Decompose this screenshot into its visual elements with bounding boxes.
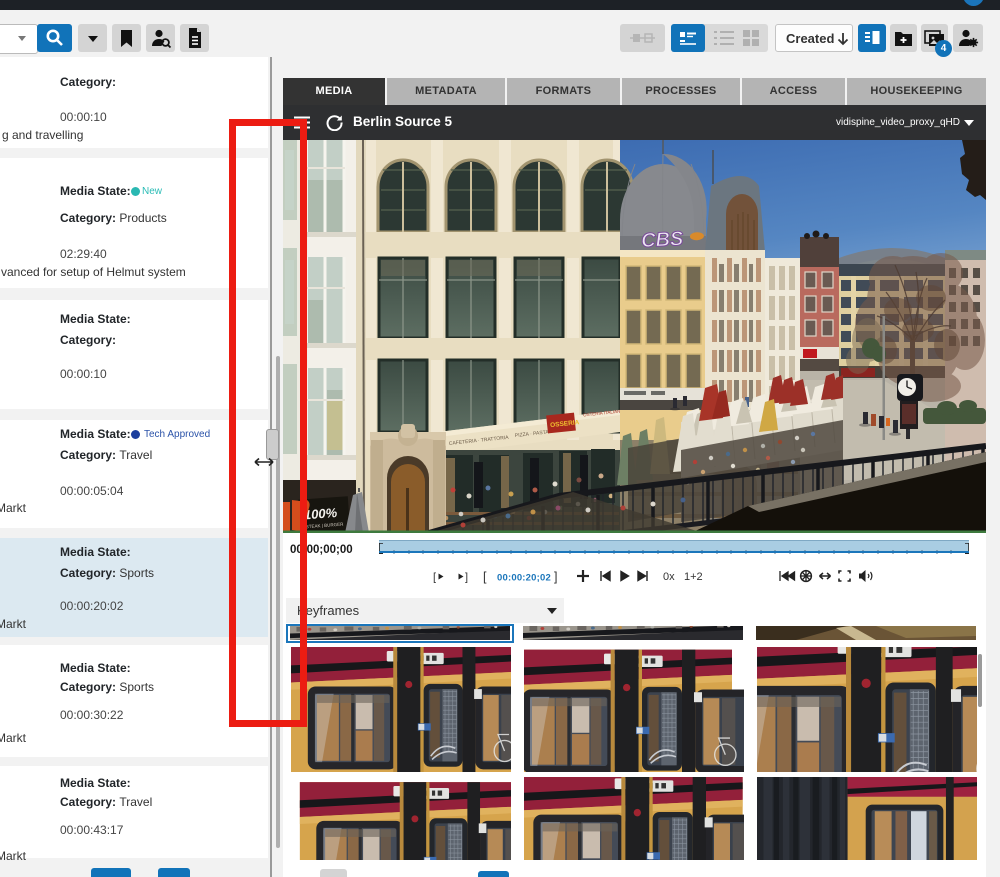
svg-text:0x: 0x bbox=[663, 571, 675, 583]
svg-text:]: ] bbox=[554, 570, 557, 584]
svg-text:00:00:20;02: 00:00:20;02 bbox=[497, 573, 551, 584]
svg-text:1+2: 1+2 bbox=[684, 571, 703, 583]
svg-text:[: [ bbox=[483, 570, 487, 584]
svg-text:[: [ bbox=[433, 572, 436, 584]
svg-text:CBS: CBS bbox=[641, 228, 685, 252]
svg-text:]: ] bbox=[465, 572, 468, 584]
